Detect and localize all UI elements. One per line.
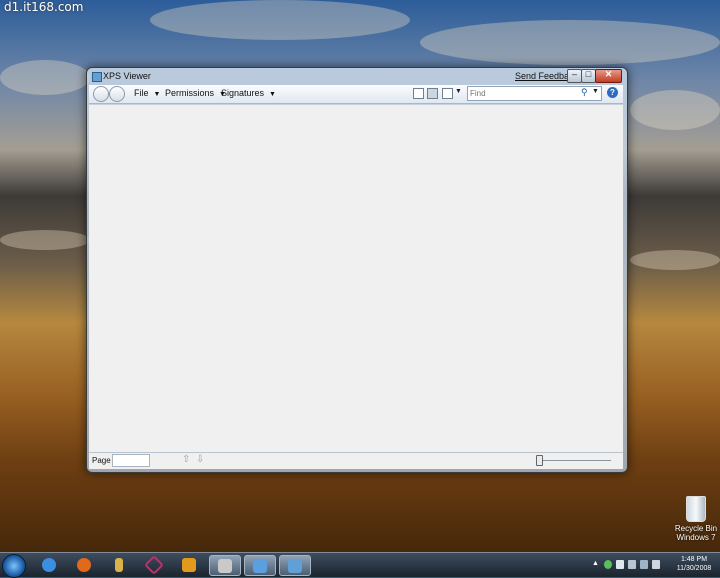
taskbar-button[interactable]: [104, 555, 134, 574]
page-label: Page: [92, 456, 111, 465]
forward-button[interactable]: [109, 86, 125, 102]
zoom-slider-thumb[interactable]: [536, 455, 543, 466]
clock-time: 1:48 PM: [680, 556, 708, 563]
cloud-decoration: [630, 90, 720, 130]
permissions-menu[interactable]: Permissions ▼: [165, 88, 226, 98]
document-area[interactable]: [89, 104, 623, 453]
toolbar: File▼ Permissions▼ Signatures▼ ▼ ⚲ ▼ ?: [89, 85, 623, 104]
film-strip-icon: [218, 558, 232, 573]
page-number-input[interactable]: [112, 454, 150, 467]
file-menu-label: File: [134, 88, 149, 98]
status-bar: Page ⇧ ⇩: [89, 452, 623, 469]
camera-icon: [253, 558, 267, 573]
page-layout-icon[interactable]: [413, 88, 424, 99]
volume-icon[interactable]: [652, 560, 660, 569]
maximize-button[interactable]: □: [581, 69, 596, 83]
watermark: d1.it168.com: [4, 0, 84, 14]
taskbar: ▲ 1:48 PM 11/30/2008: [0, 552, 720, 578]
file-menu[interactable]: File ▼: [134, 88, 160, 98]
system-tray: ▲: [592, 558, 668, 572]
cloud-decoration: [630, 250, 720, 270]
notification-icon[interactable]: [616, 560, 624, 569]
taskbar-button[interactable]: [174, 555, 204, 574]
taskbar-button[interactable]: [139, 554, 169, 575]
clock-date: 11/30/2008: [676, 565, 712, 572]
chevron-down-icon[interactable]: ▼: [592, 88, 599, 95]
title-bar[interactable]: XPS Viewer Send Feedback – □ ✕: [87, 68, 627, 85]
firefox-icon: [77, 557, 91, 572]
media-player-icon: [182, 557, 196, 572]
taskbar-button[interactable]: [244, 555, 276, 576]
os-label: Windows 7: [676, 533, 716, 542]
close-button[interactable]: ✕: [595, 69, 622, 83]
user-icon[interactable]: [604, 560, 612, 569]
taskbar-button[interactable]: [34, 555, 64, 574]
maximize-icon: □: [585, 69, 592, 79]
recycle-bin-icon: [686, 496, 706, 522]
show-hidden-icons-icon[interactable]: ▲: [592, 560, 600, 569]
crossed-lines-icon: [144, 554, 164, 575]
close-icon: ✕: [604, 69, 613, 79]
recycle-bin-label: Recycle Bin: [674, 524, 718, 533]
search-icon[interactable]: ⚲: [581, 87, 588, 98]
accessibility-icon[interactable]: [628, 560, 636, 569]
taskbar-button[interactable]: [209, 555, 241, 576]
find-box: ⚲ ▼: [467, 86, 602, 101]
minimize-button[interactable]: –: [567, 69, 582, 83]
permissions-menu-label: Permissions: [165, 88, 215, 98]
zoom-slider-track[interactable]: [539, 460, 611, 461]
internet-explorer-icon: [42, 557, 56, 572]
find-input[interactable]: [470, 87, 578, 100]
previous-page-icon[interactable]: ⇧: [182, 454, 190, 465]
clock[interactable]: 1:48 PM 11/30/2008: [670, 555, 718, 573]
file-cabinet-icon: [115, 557, 123, 572]
cloud-decoration: [420, 20, 720, 65]
xps-viewer-icon: [288, 558, 302, 573]
view-mode-icon[interactable]: [442, 88, 453, 99]
window-title: XPS Viewer: [103, 71, 151, 81]
chevron-down-icon: ▼: [269, 91, 276, 98]
back-button[interactable]: [93, 86, 109, 102]
cloud-decoration: [0, 230, 90, 250]
network-icon[interactable]: [640, 560, 648, 569]
signatures-menu-label: Signatures: [221, 88, 265, 98]
help-icon[interactable]: ?: [607, 87, 618, 98]
taskbar-button[interactable]: [69, 555, 99, 574]
chevron-down-icon: ▼: [153, 91, 161, 98]
start-button[interactable]: [2, 554, 26, 578]
xps-viewer-icon: [92, 72, 102, 82]
chevron-down-icon[interactable]: ▼: [455, 88, 462, 95]
print-icon[interactable]: [427, 88, 438, 99]
cloud-decoration: [150, 0, 410, 40]
taskbar-button[interactable]: [279, 555, 311, 576]
signatures-menu[interactable]: Signatures ▼: [221, 88, 276, 98]
next-page-icon[interactable]: ⇩: [196, 454, 204, 465]
recycle-bin[interactable]: Recycle Bin Windows 7: [672, 496, 720, 542]
minimize-icon: –: [571, 69, 577, 79]
cloud-decoration: [0, 60, 90, 95]
xps-viewer-window: XPS Viewer Send Feedback – □ ✕ File ▼ Per…: [86, 67, 628, 473]
